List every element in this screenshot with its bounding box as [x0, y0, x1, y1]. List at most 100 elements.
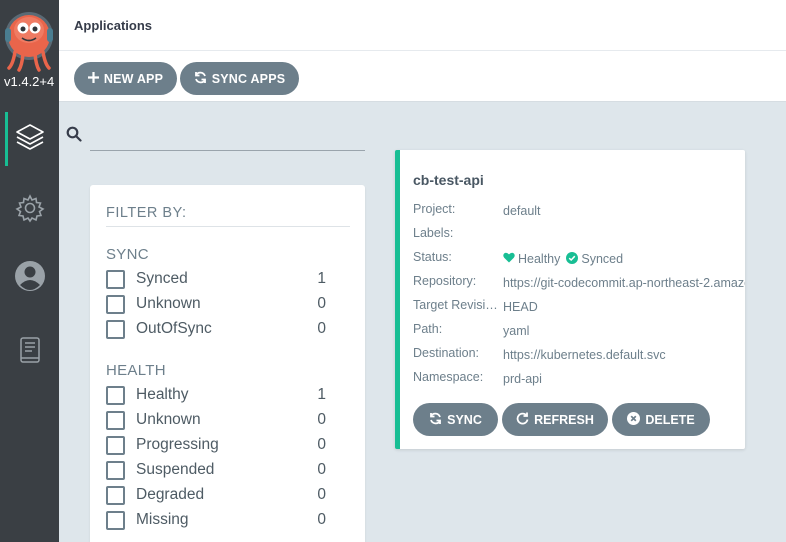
filter-option-count: 0	[317, 320, 326, 337]
filter-option-unknown-health[interactable]: Unknown 0	[106, 409, 326, 431]
checkbox[interactable]	[106, 269, 125, 289]
filter-option-label: Synced	[136, 270, 188, 287]
filter-option-count: 1	[317, 386, 326, 403]
filter-option-count: 0	[317, 295, 326, 312]
user-icon	[14, 260, 46, 297]
filter-option-label: Unknown	[136, 411, 201, 428]
health-status: Healthy	[518, 252, 561, 266]
sync-status: Synced	[581, 252, 624, 266]
sync-button[interactable]: SYNC	[413, 403, 498, 436]
filter-option-unknown[interactable]: Unknown 0	[106, 293, 326, 315]
filter-option-count: 0	[317, 461, 326, 478]
check-circle-icon	[566, 251, 579, 267]
filter-option-outofsync[interactable]: OutOfSync 0	[106, 318, 326, 340]
field-value	[503, 226, 745, 244]
plus-icon	[87, 71, 99, 86]
field-key: Path:	[413, 322, 443, 336]
sidebar: v1.4.2+4	[0, 0, 59, 542]
heart-icon	[503, 252, 515, 266]
checkbox[interactable]	[106, 385, 125, 405]
argo-logo[interactable]	[3, 8, 55, 72]
field-key: Target Revision:	[413, 298, 503, 312]
filter-option-degraded[interactable]: Degraded 0	[106, 484, 326, 506]
new-app-label: NEW APP	[103, 71, 164, 86]
field-path: Path: yaml	[413, 322, 748, 340]
toolbar: NEW APP SYNC APPS	[59, 51, 786, 102]
filter-option-label: Progressing	[136, 436, 219, 453]
filter-option-label: Suspended	[136, 461, 215, 478]
sync-label: SYNC	[447, 412, 482, 427]
times-circle-icon	[627, 411, 641, 428]
refresh-icon	[516, 412, 529, 428]
field-value: https://kubernetes.default.svc	[503, 348, 666, 362]
sync-icon	[429, 412, 442, 428]
checkbox[interactable]	[106, 510, 125, 530]
delete-label: DELETE	[645, 412, 695, 427]
version-label: v1.4.2+4	[4, 74, 55, 89]
refresh-label: REFRESH	[534, 412, 594, 427]
field-key: Labels:	[413, 226, 454, 240]
field-namespace: Namespace: prd-api	[413, 370, 748, 388]
filter-option-healthy[interactable]: Healthy 1	[106, 384, 326, 406]
new-app-button[interactable]: NEW APP	[74, 62, 177, 95]
field-labels: Labels:	[413, 226, 748, 244]
filter-option-missing[interactable]: Missing 0	[106, 509, 326, 531]
field-project: Project: default	[413, 202, 748, 220]
field-value: default	[503, 204, 541, 218]
checkbox[interactable]	[106, 460, 125, 480]
field-status: Status: Healthy Synced	[413, 250, 748, 268]
top-bar: Applications	[59, 0, 786, 51]
filter-option-label: Healthy	[136, 386, 189, 403]
page-title: Applications	[74, 18, 153, 33]
filter-option-label: Missing	[136, 511, 189, 528]
layers-icon	[14, 121, 46, 158]
checkbox[interactable]	[106, 294, 125, 314]
nav-item-user-info[interactable]	[0, 251, 59, 305]
search-input[interactable]	[90, 121, 365, 151]
field-repository: Repository: https://git-codecommit.ap-no…	[413, 274, 748, 292]
filter-option-count: 0	[317, 486, 326, 503]
refresh-button[interactable]: REFRESH	[502, 403, 608, 436]
sync-icon	[194, 71, 207, 87]
field-value: yaml	[503, 324, 530, 338]
filter-option-count: 0	[317, 511, 326, 528]
filter-option-label: Unknown	[136, 295, 201, 312]
field-value: https://git-codecommit.ap-northeast-2.am…	[503, 276, 745, 290]
filter-option-synced[interactable]: Synced 1	[106, 268, 326, 290]
filter-title: FILTER BY:	[106, 205, 187, 221]
filter-option-label: OutOfSync	[136, 320, 212, 337]
field-value: Healthy Synced	[503, 250, 745, 268]
field-key: Status:	[413, 250, 452, 264]
filter-option-count: 1	[317, 270, 326, 287]
search-icon	[66, 126, 82, 142]
field-key: Destination:	[413, 346, 480, 360]
field-key: Namespace:	[413, 370, 484, 384]
filter-option-count: 0	[317, 436, 326, 453]
field-value: HEAD	[503, 300, 538, 314]
field-destination: Destination: https://kubernetes.default.…	[413, 346, 748, 364]
divider	[106, 226, 350, 227]
gear-icon	[14, 193, 45, 228]
delete-button[interactable]: DELETE	[612, 403, 710, 436]
field-value: prd-api	[503, 372, 542, 386]
app-card-title: cb-test-api	[413, 172, 484, 188]
filter-group-sync-title: SYNC	[106, 246, 149, 263]
sync-apps-button[interactable]: SYNC APPS	[180, 62, 299, 95]
filter-option-progressing[interactable]: Progressing 0	[106, 434, 326, 456]
checkbox[interactable]	[106, 319, 125, 339]
field-target-revision: Target Revision: HEAD	[413, 298, 748, 316]
checkbox[interactable]	[106, 410, 125, 430]
app-card[interactable]: cb-test-api Project: default Labels: Sta…	[395, 150, 745, 449]
checkbox[interactable]	[106, 485, 125, 505]
book-icon	[18, 336, 42, 369]
filter-option-suspended[interactable]: Suspended 0	[106, 459, 326, 481]
nav-item-applications[interactable]	[0, 112, 59, 166]
filter-option-label: Degraded	[136, 486, 205, 503]
checkbox[interactable]	[106, 435, 125, 455]
field-key: Repository:	[413, 274, 477, 288]
filter-option-count: 0	[317, 411, 326, 428]
field-key: Project:	[413, 202, 456, 216]
nav-item-docs[interactable]	[0, 325, 59, 379]
filter-panel: FILTER BY: SYNC Synced 1 Unknown 0 OutOf…	[90, 185, 365, 542]
nav-item-settings[interactable]	[0, 183, 59, 237]
